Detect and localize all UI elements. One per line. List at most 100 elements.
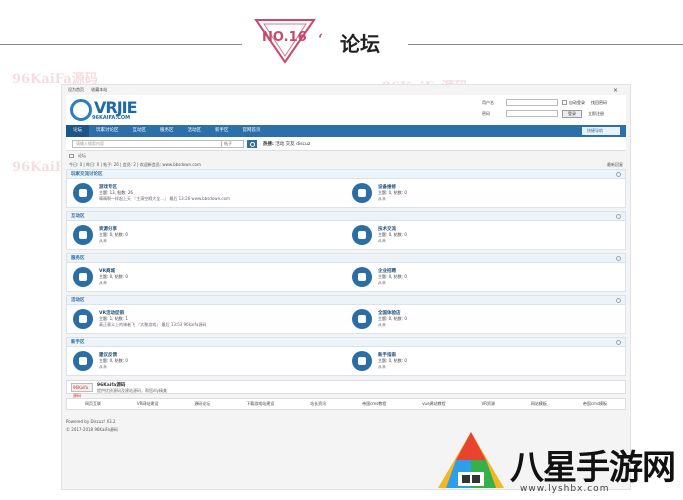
forum-category: 活动区 VR活动促销 主题: 1, 帖数: 1 真正意义上的骑者飞 『大聚游戏』 最后… bbox=[66, 295, 626, 334]
collapse-icon[interactable] bbox=[616, 214, 621, 219]
newest-reply-link[interactable]: 最新回复 bbox=[607, 162, 623, 168]
nav-item-player[interactable]: 玩家讨论区 bbox=[89, 125, 126, 137]
person-icon[interactable] bbox=[352, 351, 372, 371]
forum-category: 互动区 资源分享 主题: 0, 帖数: 0 从未 技术交流 主题: 0, 帖数: 0 从未 bbox=[66, 211, 626, 250]
search-icon[interactable] bbox=[247, 139, 257, 148]
friend-links: 网页互联 VR网站建设 源码论坛 下载游戏站建设 站长资讯 帝国cms教程 vue建站教程 V… bbox=[66, 398, 626, 410]
section-title: 论坛 bbox=[340, 32, 380, 56]
logo-domain: 96KAIFA.COM bbox=[92, 115, 131, 121]
forum-item[interactable]: 全国体验店 主题: 0, 帖数: 0 从未 bbox=[346, 305, 625, 333]
app-name: 八星手游网 bbox=[510, 448, 676, 488]
forum-item[interactable]: 设备维修 主题: 0, 帖数: 0 从未 bbox=[346, 179, 625, 207]
friend-link[interactable]: 源码论坛 bbox=[194, 401, 210, 407]
category-title[interactable]: 新手区 bbox=[67, 338, 625, 347]
user-icon[interactable] bbox=[352, 267, 372, 287]
auto-login-checkbox[interactable] bbox=[562, 100, 567, 105]
friend-link[interactable]: 网站模板 bbox=[531, 401, 547, 407]
close-icon[interactable]: × bbox=[613, 87, 618, 94]
breadcrumb-forum[interactable]: 论坛 bbox=[78, 153, 86, 159]
article-header: NO.16 ‘ 论坛 bbox=[0, 0, 683, 80]
forum-stats: 今日: 0 | 昨日: 0 | 帖子: 26 | 会员: 2 | 欢迎新会员: … bbox=[66, 160, 626, 169]
forum-item[interactable]: 新手指南 主题: 0, 帖数: 0 从未 bbox=[346, 347, 625, 375]
search-scope-select[interactable]: 帖子 bbox=[222, 139, 244, 148]
stats-text: 今日: 0 | 昨日: 0 | 帖子: 26 | 会员: 2 | 欢迎新会员: … bbox=[69, 161, 201, 167]
category-title[interactable]: 互动区 bbox=[67, 212, 625, 221]
powered-by: Powered by Discuz! X3.2 bbox=[66, 419, 116, 424]
forum-item[interactable]: 技术交流 主题: 0, 帖数: 0 从未 bbox=[346, 221, 625, 249]
collapse-icon[interactable] bbox=[616, 256, 621, 261]
forum-last-post: 从未 bbox=[378, 322, 386, 327]
nav-item-home[interactable]: 官网首页 bbox=[236, 125, 268, 137]
compass-icon[interactable] bbox=[352, 309, 372, 329]
forum-last-post: 从未 bbox=[378, 364, 386, 369]
bookmark-link[interactable]: 收藏本站 bbox=[91, 87, 107, 92]
username-input[interactable] bbox=[506, 99, 558, 106]
login-form: 用户名 自动登录 找回密码 密码 登录 立即注册 bbox=[482, 97, 622, 119]
forum-item[interactable]: VR活动促销 主题: 1, 帖数: 1 真正意义上的骑者飞 『大聚游戏』 最后 13… bbox=[67, 305, 346, 333]
category-title[interactable]: 玩家交流讨论区 bbox=[67, 170, 625, 179]
forum-item[interactable]: 资源分享 主题: 0, 帖数: 0 从未 bbox=[67, 221, 346, 249]
forum-last-post: 晴晴啊一样起上天 『主演空暇大全...』 最后 13:26 www.bbsdow… bbox=[99, 196, 230, 201]
collapse-icon[interactable] bbox=[616, 340, 621, 345]
collapse-icon[interactable] bbox=[616, 298, 621, 303]
section-number: NO.16 bbox=[262, 30, 307, 45]
username-label: 用户名 bbox=[482, 99, 494, 105]
friend-link[interactable]: 站长资讯 bbox=[310, 401, 326, 407]
cart-icon[interactable] bbox=[73, 267, 93, 287]
forum-last-post: 从未 bbox=[378, 280, 386, 285]
friend-link[interactable]: 下载游戏站建设 bbox=[246, 401, 274, 407]
header-divider-right bbox=[408, 44, 683, 45]
nav-item-interact[interactable]: 互动区 bbox=[126, 125, 154, 137]
search-input[interactable]: 请输入搜索内容 bbox=[72, 139, 222, 148]
copyright: © 2017-2018 96KaiFa源码 bbox=[66, 427, 118, 432]
shield-icon[interactable] bbox=[73, 309, 93, 329]
friend-link[interactable]: 帝国cms教程 bbox=[362, 401, 386, 407]
monitor-icon[interactable] bbox=[352, 225, 372, 245]
home-icon[interactable] bbox=[69, 153, 74, 158]
main-nav: 论坛 玩家讨论区 互动区 服务区 活动区 新手区 官网首页 快捷导航 bbox=[66, 125, 626, 137]
friend-link[interactable]: vue建站教程 bbox=[422, 401, 445, 407]
forum-last-post: 从未 bbox=[99, 364, 107, 369]
folder-icon[interactable] bbox=[73, 225, 93, 245]
register-link[interactable]: 立即注册 bbox=[588, 111, 604, 117]
hot-terms[interactable]: 活动 交友 discuz bbox=[275, 142, 310, 147]
collapse-icon[interactable] bbox=[616, 172, 621, 177]
nav-item-forum[interactable]: 论坛 bbox=[66, 125, 89, 137]
nav-item-newbie[interactable]: 新手区 bbox=[208, 125, 236, 137]
category-title[interactable]: 活动区 bbox=[67, 296, 625, 305]
forum-category: 新手区 建议反馈 主题: 0, 帖数: 0 从未 新手指南 主题: 0, 帖数: 0 从未 bbox=[66, 337, 626, 376]
forum-item[interactable]: VR商城 主题: 0, 帖数: 0 从未 bbox=[67, 263, 346, 291]
forum-last-post: 真正意义上的骑者飞 『大聚游戏』 最后 13:53 96kaifa源码 bbox=[99, 322, 207, 327]
app-url: www.lyshbx.com bbox=[520, 484, 610, 494]
quick-nav-button[interactable]: 快捷导航 bbox=[582, 127, 620, 135]
wrench-icon[interactable] bbox=[352, 183, 372, 203]
nav-item-service[interactable]: 服务区 bbox=[153, 125, 181, 137]
quote-mark: ‘ bbox=[318, 32, 323, 48]
forum-last-post: 从未 bbox=[99, 280, 107, 285]
forum-item[interactable]: 游戏专区 主题: 13, 帖数: 26 晴晴啊一样起上天 『主演空暇大全...』 最… bbox=[67, 179, 346, 207]
link-logo[interactable]: 96Kaifa源码 bbox=[71, 383, 93, 398]
set-homepage-link[interactable]: 设为首页 bbox=[68, 87, 84, 92]
hot-search: 热搜: 活动 交友 discuz bbox=[263, 141, 310, 147]
site-logo[interactable]: VRJIE 96KAIFA.COM bbox=[70, 98, 144, 123]
category-title[interactable]: 服务区 bbox=[67, 254, 625, 263]
friend-link[interactable]: VR网站建设 bbox=[137, 401, 159, 407]
forum-item[interactable]: 建议反馈 主题: 0, 帖数: 0 从未 bbox=[67, 347, 346, 375]
auto-login-label: 自动登录 bbox=[569, 99, 585, 105]
forgot-password-link[interactable]: 找回密码 bbox=[591, 100, 607, 106]
friend-link[interactable]: 网页互联 bbox=[85, 401, 101, 407]
friend-link[interactable]: 帝国cms模板 bbox=[583, 401, 607, 407]
forum-item[interactable]: 企业招聘 主题: 0, 帖数: 0 从未 bbox=[346, 263, 625, 291]
forum-screenshot: 设为首页 收藏本站 × VRJIE 96KAIFA.COM 用户名 自动登录 找… bbox=[61, 84, 631, 490]
login-button[interactable]: 登录 bbox=[562, 109, 582, 118]
link-desc: 提供优质源码及建站源码，帮您diy精美 bbox=[97, 388, 168, 393]
news-icon[interactable] bbox=[73, 351, 93, 371]
gamepad-icon[interactable] bbox=[73, 183, 93, 203]
site-footer: Powered by Discuz! X3.2 © 2017-2018 96Ka… bbox=[62, 410, 630, 434]
friend-link[interactable]: VR资源 bbox=[481, 401, 495, 407]
password-label: 密码 bbox=[482, 110, 490, 116]
password-input[interactable] bbox=[506, 110, 558, 117]
nav-item-activity[interactable]: 活动区 bbox=[181, 125, 209, 137]
forum-last-post: 从未 bbox=[378, 196, 386, 201]
link-block: 96Kaifa源码 96Kaifa源码 提供优质源码及建站源码，帮您diy精美 bbox=[66, 380, 626, 398]
